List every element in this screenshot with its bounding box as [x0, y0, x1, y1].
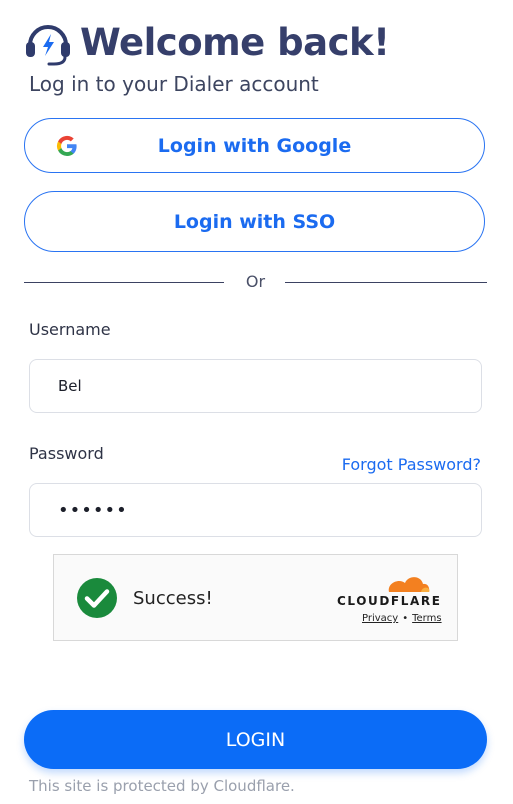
headset-lightning-icon [26, 25, 70, 66]
header: Welcome back! [24, 18, 390, 68]
captcha-status: Success! [133, 588, 213, 609]
link-separator: • [402, 613, 409, 624]
forgot-password-link[interactable]: Forgot Password? [342, 455, 481, 474]
divider-line-right [285, 282, 487, 283]
cloudflare-captcha-widget: Success! CLOUDFLARE Privacy • Terms [53, 554, 458, 641]
or-divider: Or [24, 272, 487, 292]
terms-link[interactable]: Terms [412, 613, 441, 624]
cloudflare-protection-notice: This site is protected by Cloudflare. [29, 777, 295, 795]
success-check-icon [77, 578, 117, 618]
page-title: Welcome back! [80, 21, 390, 64]
captcha-links: Privacy • Terms [362, 613, 442, 624]
google-icon [56, 135, 77, 157]
password-label: Password [29, 444, 104, 463]
username-input[interactable] [29, 359, 482, 413]
username-label: Username [29, 320, 111, 339]
cloudflare-wordmark: CLOUDFLARE [337, 594, 442, 608]
password-input[interactable] [29, 483, 482, 537]
google-button-label: Login with Google [157, 134, 352, 157]
privacy-link[interactable]: Privacy [362, 613, 398, 624]
login-button[interactable]: LOGIN [24, 710, 487, 769]
login-with-sso-button[interactable]: Login with SSO [24, 191, 485, 252]
page-subtitle: Log in to your Dialer account [29, 72, 319, 96]
login-with-google-button[interactable]: Login with Google [24, 118, 485, 173]
sso-button-label: Login with SSO [173, 210, 336, 233]
